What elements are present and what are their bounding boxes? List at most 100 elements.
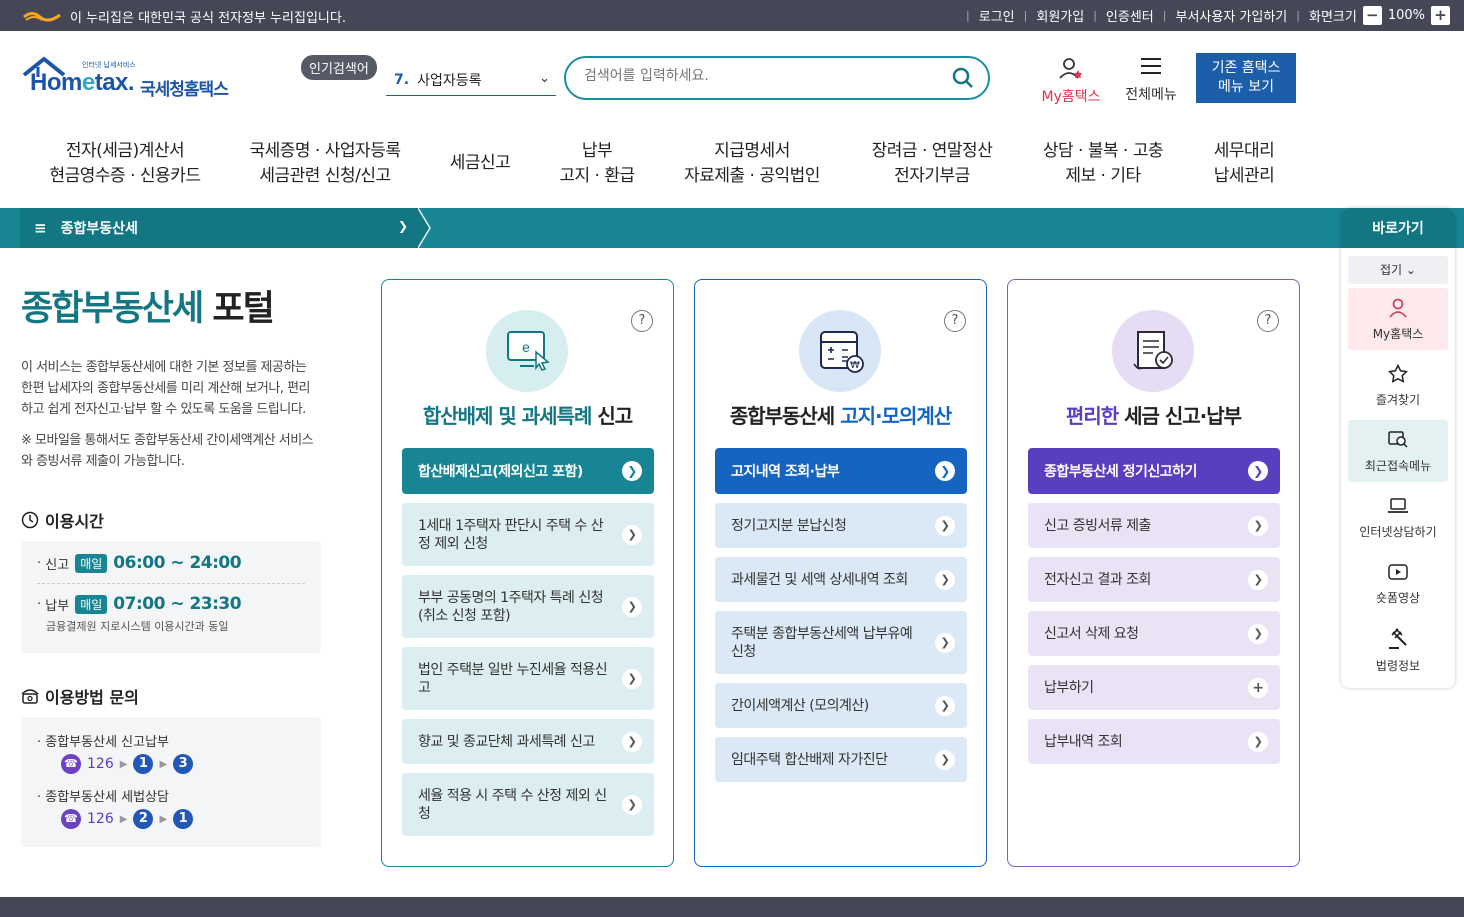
hours-payment-note: 금융결제원 지로시스템 이용시간과 동일 (46, 620, 229, 633)
hours-payment: · 납부 매일 07:00 ~ 23:30 (37, 594, 242, 614)
menu-icon: ≡ (34, 219, 47, 237)
help-icon[interactable]: ? (944, 310, 966, 332)
quick-menu-title: 바로가기 (1341, 208, 1455, 248)
card-link[interactable]: 향교 및 종교단체 과세특례 신고 ❯ (402, 719, 654, 764)
zoom-out-button[interactable]: − (1362, 6, 1382, 25)
site-header: 인터넷 납세서비스 Hometax. 국세청홈택스 인기검색어 7. 사업자등록… (0, 31, 1464, 208)
quick-recent-menu[interactable]: 최근접속메뉴 (1348, 420, 1448, 482)
dept-user-signup-link[interactable]: 부서사용자 가입하기 (1175, 6, 1287, 25)
gov-notice-text: 이 누리집은 대한민국 공식 전자정부 누리집입니다. (70, 11, 346, 26)
page-title: 종합부동산세 포털 (21, 289, 275, 329)
breadcrumb-arrow-icon (418, 208, 431, 248)
location-bar: ≡ 종합부동산세 ❯ (0, 208, 1464, 248)
inquiry-label: · 종합부동산세 신고납부 (37, 735, 169, 750)
hours-heading: 이용시간 (21, 508, 104, 532)
arrow-right-icon: ❯ (1248, 731, 1268, 752)
quick-law-info[interactable]: 법령정보 (1348, 618, 1448, 680)
gnb-item-certificate[interactable]: 국세증명 · 사업자등록 세금관련 신청/신고 (240, 139, 410, 189)
arrow-right-icon: ❯ (622, 731, 642, 752)
portal-select[interactable]: ≡ 종합부동산세 ❯ (20, 208, 420, 248)
gov-notice: 이 누리집은 대한민국 공식 전자정부 누리집입니다. (22, 7, 346, 26)
card-link[interactable]: 정기고지분 분납신청 ❯ (715, 503, 967, 548)
login-link[interactable]: 로그인 (979, 6, 1015, 25)
search-box (564, 56, 990, 100)
card-link[interactable]: 법인 주택분 일반 누진세율 적용신고 ❯ (402, 647, 654, 710)
arrow-right-icon: ❯ (622, 461, 642, 481)
signup-link[interactable]: 회원가입 (1036, 6, 1084, 25)
phone-icon: ☎ (61, 754, 81, 774)
clock-icon (21, 511, 39, 529)
card-report-payment: ? 편리한 세금 신고·납부 종합부동산세 정기신고하기 ❯ 신고 증빙서류 제출… (1007, 279, 1300, 867)
all-menu-button[interactable]: 전체메뉴 (1120, 56, 1182, 104)
mobile-note: ※ 모바일을 통해서도 종합부동산세 간이세액계산 서비스와 증빙서류 제출이 … (21, 433, 314, 469)
exclusion-report-button[interactable]: 합산배제신고(제외신고 포함) ❯ (402, 448, 654, 494)
card-title: 편리한 세금 신고·납부 (1065, 404, 1242, 428)
my-hometax-button[interactable]: My홈택스 (1036, 56, 1106, 106)
popular-keyword-select[interactable]: 7. 사업자등록 ⌄ (386, 65, 556, 96)
cert-center-link[interactable]: 인증센터 (1106, 6, 1154, 25)
gnb-item-e-invoice[interactable]: 전자(세금)계산서 현금영수증 · 신용카드 (40, 139, 210, 189)
logo-korean: 국세청홈택스 (140, 80, 229, 100)
global-nav: 전자(세금)계산서 현금영수증 · 신용카드 국세증명 · 사업자등록 세금관련 신… (0, 139, 1464, 207)
old-hometax-line2: 메뉴 보기 (1218, 79, 1274, 95)
quick-my-hometax[interactable]: My홈택스 (1348, 288, 1448, 350)
gnb-item-statement[interactable]: 지급명세서 자료제출 · 공익법인 (672, 139, 832, 189)
calculator-icon: ₩ (799, 310, 881, 392)
arrow-right-icon: ❯ (935, 632, 955, 653)
search-input[interactable] (584, 68, 924, 84)
user-icon (1389, 298, 1407, 318)
arrow-right-icon: ❯ (1248, 515, 1268, 536)
arrow-right-icon: ❯ (622, 794, 642, 815)
gavel-icon (1389, 628, 1407, 649)
card-link[interactable]: 간이세액계산 (모의계산) ❯ (715, 683, 967, 728)
zoom-in-button[interactable]: + (1431, 6, 1450, 25)
card-link[interactable]: 세율 적용 시 주택 수 산정 제외 신청 ❯ (402, 773, 654, 836)
plus-icon: + (1248, 677, 1268, 698)
hometax-logo[interactable]: 인터넷 납세서비스 Hometax. 국세청홈택스 (22, 55, 237, 105)
card-link[interactable]: 주택분 종합부동산세액 납부유예 신청 ❯ (715, 611, 967, 674)
inquiry-phone-path: ☎ 126 ▶ 1 ▶ 3 (61, 754, 305, 774)
quick-favorites[interactable]: 즐겨찾기 (1348, 354, 1448, 416)
arrow-right-icon: ❯ (1248, 623, 1268, 644)
egov-logo-icon (23, 11, 61, 21)
old-hometax-button[interactable]: 기존 홈택스 메뉴 보기 (1196, 53, 1296, 103)
gnb-item-consult[interactable]: 상담 · 불복 · 고충 제보 · 기타 (1030, 139, 1176, 189)
card-link[interactable]: 신고서 삭제 요청 ❯ (1028, 611, 1280, 656)
gnb-item-tax-report[interactable]: 세금신고 (440, 151, 520, 176)
gnb-item-agent[interactable]: 세무대리 납세관리 (1200, 139, 1288, 189)
arrow-right-icon: ❯ (935, 569, 955, 590)
util-links: | 로그인 | 회원가입 | 인증센터 | 부서사용자 가입하기 | 화면크기 − 100… (957, 6, 1450, 25)
card-link[interactable]: 신고 증빙서류 제출 ❯ (1028, 503, 1280, 548)
arrow-right-icon: ❯ (935, 515, 955, 536)
card-link[interactable]: 납부하기 + (1028, 665, 1280, 710)
fold-button[interactable]: 접기 ⌄ (1348, 256, 1448, 284)
daily-badge: 매일 (75, 594, 108, 614)
help-icon[interactable]: ? (1257, 310, 1279, 332)
card-link[interactable]: 부부 공동명의 1주택자 특례 신청(취소 신청 포함) ❯ (402, 575, 654, 638)
document-check-icon (1112, 310, 1194, 392)
arrow-right-icon: ❯ (1248, 461, 1268, 481)
inquiry-label: · 종합부동산세 세법상담 (37, 790, 169, 805)
help-icon[interactable]: ? (631, 310, 653, 332)
gnb-item-payment[interactable]: 납부 고지 · 환급 (545, 139, 649, 189)
card-link[interactable]: 전자신고 결과 조회 ❯ (1028, 557, 1280, 602)
inquiry-box: · 종합부동산세 신고납부 ☎ 126 ▶ 1 ▶ 3 · 종합부동산세 세법상담 ☎ 1… (21, 717, 321, 847)
arrow-right-icon: ❯ (622, 596, 642, 617)
notice-inquiry-button[interactable]: 고지내역 조회·납부 ❯ (715, 448, 967, 494)
regular-report-button[interactable]: 종합부동산세 정기신고하기 ❯ (1028, 448, 1280, 494)
card-link[interactable]: 임대주택 합산배제 자가진단 ❯ (715, 737, 967, 782)
current-portal: 종합부동산세 (60, 221, 138, 237)
card-link[interactable]: 납부내역 조회 ❯ (1028, 719, 1280, 764)
search-icon[interactable] (952, 67, 974, 89)
hamburger-icon (1141, 58, 1161, 74)
monitor-click-icon: e (486, 310, 568, 392)
quick-shortform-video[interactable]: 숏폼영상 (1348, 552, 1448, 614)
quick-online-consult[interactable]: 인터넷상담하기 (1348, 486, 1448, 548)
logo-wordmark: Hometax. (30, 69, 135, 96)
card-link[interactable]: 과세물건 및 세액 상세내역 조회 ❯ (715, 557, 967, 602)
svg-text:e: e (522, 339, 530, 355)
card-link[interactable]: 1세대 1주택자 판단시 주택 수 산정 제외 신청 ❯ (402, 503, 654, 566)
gnb-item-incentive[interactable]: 장려금 · 연말정산 전자기부금 (860, 139, 1004, 189)
portal-description: 이 서비스는 종합부동산세에 대한 기본 정보를 제공하는 한편 납세자의 종합… (21, 360, 311, 417)
inquiry-phone-path: ☎ 126 ▶ 2 ▶ 1 (61, 809, 305, 829)
